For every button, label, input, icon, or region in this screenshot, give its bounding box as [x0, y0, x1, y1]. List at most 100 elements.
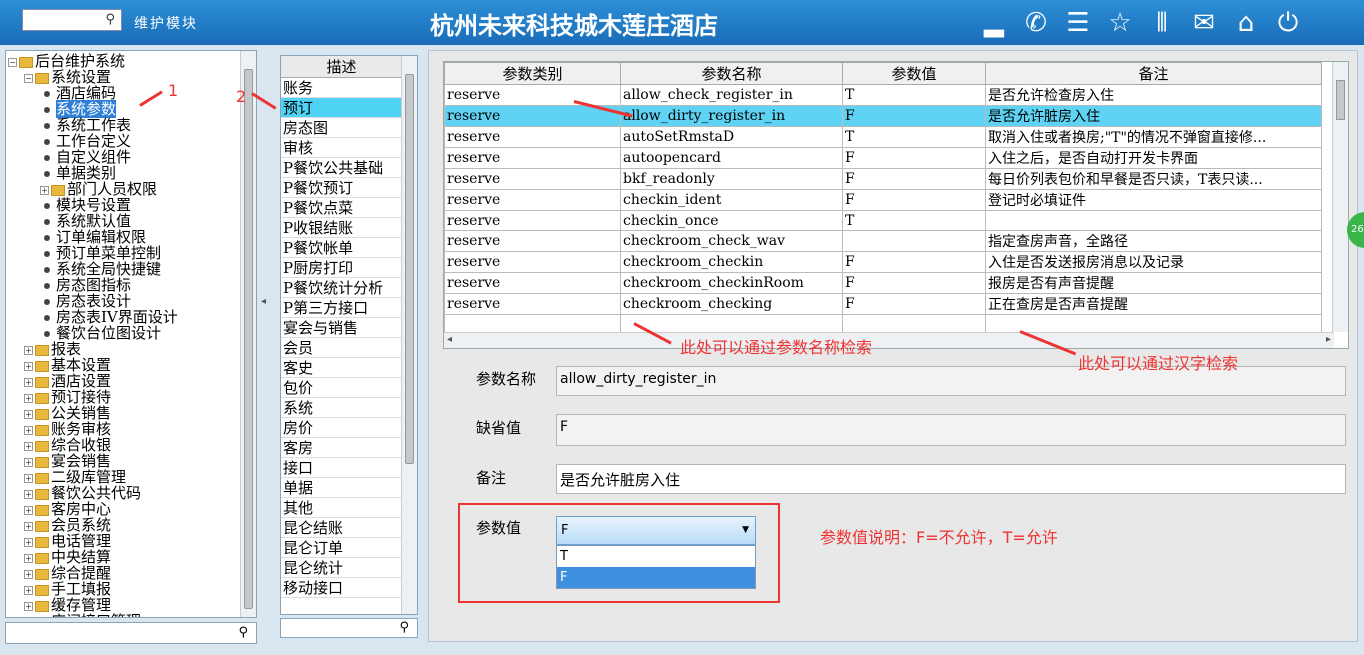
tree-item[interactable]: 房态表IV界面设计	[6, 309, 256, 325]
param-value-dropdown[interactable]: T F	[556, 545, 756, 589]
category-item[interactable]: 单据	[281, 478, 402, 498]
grid-vscrollbar[interactable]	[1332, 62, 1348, 332]
tree-item[interactable]: + 二级库管理	[6, 469, 256, 485]
tree-item[interactable]: 房态表设计	[6, 293, 256, 309]
tree-item[interactable]: 房态图指标	[6, 277, 256, 293]
param-value-select[interactable]: F ▼	[556, 516, 756, 545]
category-item[interactable]: 会员	[281, 338, 402, 358]
column-header[interactable]: 参数值	[842, 62, 986, 85]
category-item[interactable]: 移动接口	[281, 578, 402, 598]
column-header[interactable]: 备注	[985, 62, 1322, 85]
grid-hscrollbar[interactable]: ◂ ▸	[444, 332, 1334, 348]
category-item[interactable]: 房态图	[281, 118, 402, 138]
expand-icon[interactable]: +	[24, 393, 33, 403]
tree-item[interactable]: 订单编辑权限	[6, 229, 256, 245]
signal-icon[interactable]: ▂	[978, 8, 1010, 38]
tree-item[interactable]: 单据类别	[6, 165, 256, 181]
tree-item[interactable]: 模块号设置	[6, 197, 256, 213]
category-item[interactable]: 房价	[281, 418, 402, 438]
tree-item[interactable]: + 账务审核	[6, 421, 256, 437]
tree-item[interactable]: 系统参数	[6, 100, 256, 118]
category-item[interactable]: P餐饮统计分析	[281, 278, 402, 298]
search-icon[interactable]: ⚲	[238, 625, 248, 640]
power-icon[interactable]: ⏻	[1272, 8, 1304, 38]
expand-icon[interactable]: +	[24, 618, 33, 619]
expand-icon[interactable]: +	[24, 473, 33, 483]
expand-icon[interactable]: +	[24, 409, 33, 419]
expand-icon[interactable]: +	[24, 425, 33, 435]
expand-icon[interactable]: +	[24, 505, 33, 515]
remark-field[interactable]: 是否允许脏房入住	[556, 464, 1346, 494]
category-item[interactable]: P餐饮帐单	[281, 238, 402, 258]
category-list[interactable]: 描述 账务 预订 房态图 审核 P餐饮公共基础 P餐饮预订 P餐饮点菜 P收银结账 P餐饮帐单 P…	[280, 55, 418, 615]
table-row[interactable]: reserve bkf_readonly F 每日价列表包价和早餐是否只读，T表只读.…	[444, 168, 1322, 190]
phone-icon[interactable]: ✆	[1020, 8, 1052, 38]
table-row[interactable]: reserve autoSetRmstaD T 取消入住或者换房;"T"的情况不弹窗直…	[444, 126, 1322, 148]
tree-item[interactable]: 自定义组件	[6, 149, 256, 165]
tree-item[interactable]: + 基本设置	[6, 357, 256, 373]
category-item[interactable]: P餐饮预订	[281, 178, 402, 198]
category-item[interactable]: 宴会与销售	[281, 318, 402, 338]
category-item[interactable]: 预订	[281, 98, 402, 118]
tree-item[interactable]: + 公关销售	[6, 405, 256, 421]
expand-icon[interactable]: +	[24, 361, 33, 371]
expand-icon[interactable]: +	[24, 441, 33, 451]
expand-icon[interactable]: +	[24, 345, 33, 355]
table-row[interactable]: reserve allow_dirty_register_in F 是否允许脏房入住	[444, 105, 1322, 127]
category-item[interactable]: 其他	[281, 498, 402, 518]
expand-icon[interactable]: +	[24, 457, 33, 467]
tree-item[interactable]: − 后台维护系统	[6, 53, 256, 69]
expand-icon[interactable]: +	[24, 601, 33, 611]
module-tree[interactable]: − 后台维护系统 − 系统设置 酒店编码 系统参数 系统工作表 工作台定义 自定义组件 单据类别 +…	[5, 50, 257, 618]
category-item[interactable]: 接口	[281, 458, 402, 478]
table-row[interactable]: reserve checkroom_checking F 正在查房是否声音提醒	[444, 293, 1322, 315]
expand-icon[interactable]: +	[24, 537, 33, 547]
expand-icon[interactable]: +	[24, 553, 33, 563]
table-row[interactable]: reserve checkroom_checkin F 入住是否发送报房消息以及记录	[444, 251, 1322, 273]
tree-item[interactable]: 酒店编码	[6, 85, 256, 101]
category-search-input[interactable]: ⚲	[280, 618, 418, 638]
splitter-handle[interactable]: ◂	[261, 296, 269, 314]
tree-item[interactable]: − 系统设置	[6, 69, 256, 85]
category-item[interactable]: 账务	[281, 78, 402, 98]
tree-item[interactable]: 预订单菜单控制	[6, 245, 256, 261]
category-item[interactable]: 系统	[281, 398, 402, 418]
tree-item[interactable]: + 店间接口管理	[6, 613, 256, 619]
expand-icon[interactable]: +	[24, 489, 33, 499]
tree-scrollbar[interactable]	[240, 51, 256, 617]
tree-item[interactable]: + 宴会销售	[6, 453, 256, 469]
columns-icon[interactable]: ⦀	[1146, 8, 1178, 38]
expand-icon[interactable]: −	[8, 57, 17, 67]
category-item[interactable]: 客史	[281, 358, 402, 378]
tree-item[interactable]: + 预订接待	[6, 389, 256, 405]
home-icon[interactable]: ⌂	[1230, 8, 1262, 38]
category-item[interactable]: P餐饮点菜	[281, 198, 402, 218]
tree-item[interactable]: + 缓存管理	[6, 597, 256, 613]
option-t[interactable]: T	[557, 546, 755, 567]
mail-icon[interactable]: ✉	[1188, 8, 1220, 38]
tree-item[interactable]: + 报表	[6, 341, 256, 357]
menu-icon[interactable]: ☰	[1062, 8, 1094, 38]
tree-item[interactable]: 系统工作表	[6, 117, 256, 133]
tree-item[interactable]: 餐饮台位图设计	[6, 325, 256, 341]
category-item[interactable]: P第三方接口	[281, 298, 402, 318]
tree-item[interactable]: + 餐饮公共代码	[6, 485, 256, 501]
category-item[interactable]: P餐饮公共基础	[281, 158, 402, 178]
star-icon[interactable]: ☆	[1104, 8, 1136, 38]
category-item[interactable]: 包价	[281, 378, 402, 398]
tree-item[interactable]: + 综合提醒	[6, 565, 256, 581]
table-row[interactable]: reserve checkin_once T	[444, 210, 1322, 231]
category-item[interactable]: 审核	[281, 138, 402, 158]
tree-item[interactable]: 系统全局快捷键	[6, 261, 256, 277]
expand-icon[interactable]: +	[24, 377, 33, 387]
option-f[interactable]: F	[557, 567, 755, 588]
default-value-field[interactable]: F	[556, 414, 1346, 446]
table-row[interactable]: reserve checkroom_check_wav 指定查房声音，全路径	[444, 230, 1322, 252]
expand-icon[interactable]: −	[24, 73, 33, 83]
tree-item[interactable]: + 会员系统	[6, 517, 256, 533]
tree-item[interactable]: + 部门人员权限	[6, 181, 256, 197]
column-header[interactable]: 参数类别	[444, 62, 621, 85]
category-item[interactable]: 昆仑订单	[281, 538, 402, 558]
category-item[interactable]: 昆仑结账	[281, 518, 402, 538]
category-scrollbar[interactable]	[401, 56, 417, 614]
